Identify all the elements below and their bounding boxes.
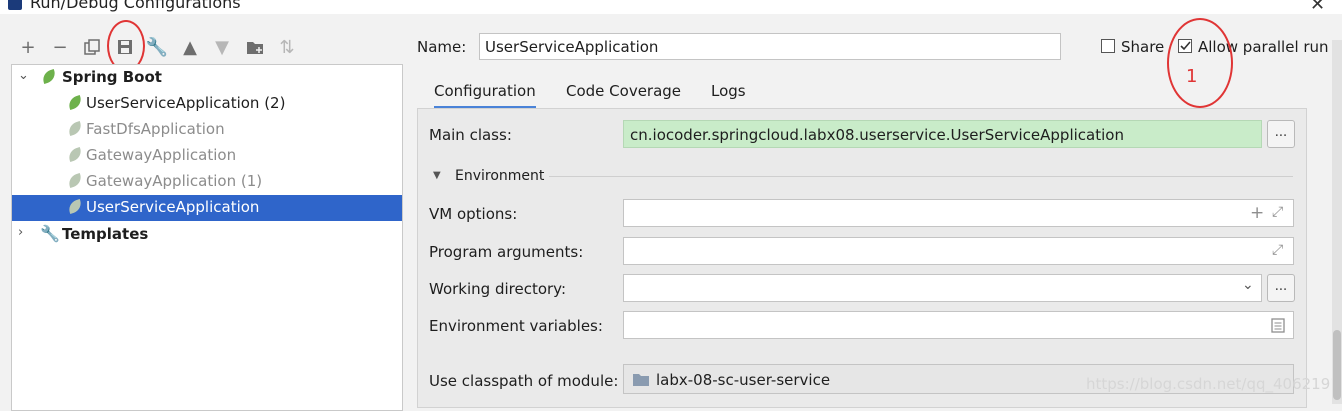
title-bar: Run/Debug Configurations ✕ [0, 0, 1342, 14]
tab-logs[interactable]: Logs [711, 82, 746, 100]
close-icon[interactable]: ✕ [1310, 0, 1325, 14]
name-input[interactable]: UserServiceApplication [479, 33, 1061, 60]
classpath-module-value: labx-08-sc-user-service [656, 371, 831, 389]
tree-item-label: UserServiceApplication (2) [86, 94, 286, 112]
spring-boot-icon [66, 120, 84, 137]
share-checkbox[interactable] [1101, 39, 1115, 53]
collapse-triangle-icon[interactable]: ▼ [433, 170, 441, 181]
sort-icon[interactable]: ⇅ [276, 36, 298, 58]
working-directory-browse-button[interactable]: ... [1267, 274, 1295, 302]
wrench-icon: 🔧 [40, 224, 60, 243]
program-arguments-label: Program arguments: [429, 243, 584, 261]
tree-group-templates[interactable]: › 🔧 Templates [12, 222, 402, 248]
spring-boot-icon [66, 198, 84, 215]
add-icon[interactable]: + [17, 36, 39, 58]
working-directory-input[interactable]: ⌄ [623, 274, 1262, 302]
remove-icon[interactable]: − [49, 36, 71, 58]
main-class-input[interactable]: cn.iocoder.springcloud.labx08.userservic… [623, 120, 1262, 148]
working-directory-label: Working directory: [429, 280, 567, 298]
chevron-right-icon[interactable]: › [18, 225, 23, 240]
window-title: Run/Debug Configurations [30, 0, 241, 12]
chevron-down-icon[interactable]: ⌄ [1242, 277, 1254, 293]
expand-icon[interactable]: ⤢ [1272, 204, 1283, 220]
spring-boot-icon [40, 68, 58, 85]
tree-group-label: Spring Boot [62, 68, 162, 86]
copy-icon[interactable] [81, 36, 103, 58]
move-down-icon[interactable]: ▼ [211, 36, 233, 58]
spring-boot-icon [66, 172, 84, 189]
annotation-number-1: 1 [1186, 66, 1198, 87]
environment-variables-label: Environment variables: [429, 317, 603, 335]
expand-icon[interactable]: ⤢ [1272, 242, 1283, 258]
classpath-module-label: Use classpath of module: [429, 372, 619, 390]
tab-code-coverage[interactable]: Code Coverage [566, 82, 681, 100]
scrollbar-thumb[interactable] [1333, 330, 1341, 400]
spring-boot-icon [66, 94, 84, 111]
tree-item-label: FastDfsApplication [86, 120, 225, 138]
tab-configuration[interactable]: Configuration [434, 82, 536, 109]
name-input-value: UserServiceApplication [485, 38, 659, 56]
annotation-circle-parallel [1167, 18, 1233, 108]
program-arguments-input[interactable]: ⤢ [623, 237, 1294, 265]
tree-item-label: UserServiceApplication [86, 198, 260, 216]
tree-item[interactable]: GatewayApplication [12, 143, 402, 169]
app-icon [8, 0, 22, 10]
environment-separator [549, 176, 1293, 177]
tree-group-label: Templates [62, 225, 149, 243]
share-label: Share [1121, 38, 1165, 56]
environment-section-label[interactable]: Environment [455, 168, 544, 184]
tree-item[interactable]: UserServiceApplication (2) [12, 91, 402, 117]
main-class-label: Main class: [429, 126, 512, 144]
spring-boot-icon [66, 146, 84, 163]
chevron-down-icon[interactable]: ⌄ [18, 68, 29, 83]
document-icon[interactable] [1271, 318, 1285, 333]
add-icon[interactable]: + [1250, 203, 1264, 223]
tree-group-spring-boot[interactable]: ⌄ Spring Boot [12, 65, 402, 91]
tree-item-selected[interactable]: UserServiceApplication [12, 195, 402, 221]
vm-options-label: VM options: [429, 205, 518, 223]
main-class-browse-button[interactable]: ... [1267, 120, 1295, 148]
tree-item-label: GatewayApplication (1) [86, 172, 263, 190]
name-label: Name: [417, 38, 467, 56]
tree-item[interactable]: GatewayApplication (1) [12, 169, 402, 195]
environment-variables-input[interactable] [623, 311, 1294, 339]
move-up-icon[interactable]: ▲ [179, 36, 201, 58]
new-folder-icon[interactable] [244, 36, 266, 58]
vm-options-input[interactable]: + ⤢ [623, 199, 1294, 227]
wrench-icon[interactable]: 🔧 [146, 36, 168, 58]
tree-item-label: GatewayApplication [86, 146, 237, 164]
main-class-value: cn.iocoder.springcloud.labx08.userservic… [630, 126, 1124, 144]
tree-item[interactable]: FastDfsApplication [12, 117, 402, 143]
watermark-text: https://blog.csdn.net/qq_40621919 [1086, 375, 1342, 393]
module-folder-icon [633, 374, 649, 386]
configuration-tree[interactable]: ⌄ Spring Boot UserServiceApplication (2)… [11, 64, 403, 411]
